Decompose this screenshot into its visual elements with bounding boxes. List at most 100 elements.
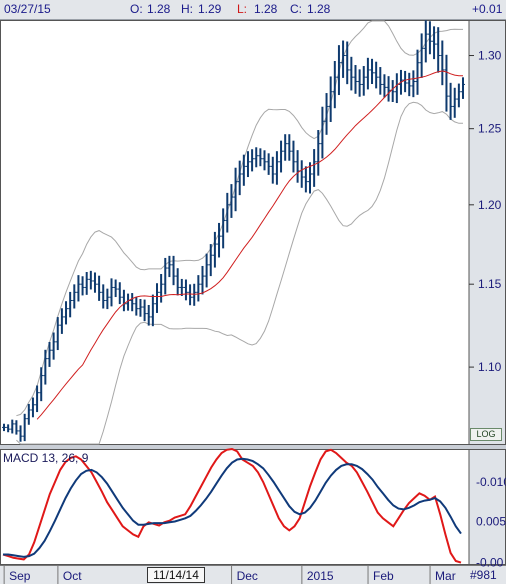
price-bar [361,66,366,96]
time-axis-label: Oct [63,569,82,583]
time-axis-label: Feb [373,569,394,583]
price-bar [274,151,279,185]
price-bar [14,420,19,435]
price-tick-label: 1.30 [478,49,502,63]
price-chart: 1.301.251.201.151.10 -0.0100.0051-0.00 S… [0,20,506,584]
cursor-date: 11/14/14 [147,567,205,583]
price-bars [2,20,465,442]
price-bar [18,425,23,442]
price-tick-label: 1.10 [478,360,502,374]
price-bar [80,276,85,296]
price-bar [88,270,93,290]
price-bar [196,275,201,302]
price-bar [436,27,441,73]
time-axis-label: Mar [435,569,456,583]
price-bar [262,150,267,171]
price-bar [22,413,27,442]
price-bar [394,73,399,104]
price-bar [10,419,15,434]
price-tick-label: 1.25 [478,122,502,136]
price-bar [175,268,180,296]
price-bar [217,222,222,258]
price-bar [295,150,300,183]
price-bar [208,244,213,277]
price-bar [353,65,358,94]
price-tick-label: 1.15 [478,277,502,291]
price-bar [171,255,176,286]
price-bar [159,274,164,303]
price-bar [324,93,329,135]
price-bar [279,140,284,173]
price-bar [254,147,259,168]
price-bar [59,308,64,334]
price-bar [64,301,69,325]
macd-tick-label: 0.0051 [476,515,506,529]
price-bar [30,397,35,418]
price-bar [92,272,97,293]
price-bar [332,60,337,109]
price-tick-label: 1.20 [478,198,502,212]
price-bar [221,208,226,249]
price-bar [341,40,346,78]
price-bar [84,271,89,295]
price-bar [188,284,193,306]
price-bar [283,134,288,161]
price-bar [291,140,296,173]
price-bar [403,70,408,93]
price-bar [427,21,432,55]
price-bar [432,26,437,60]
price-panel-frame [0,20,506,445]
price-bar [258,148,263,167]
price-bar [2,423,6,432]
price-bar [320,106,325,159]
price-bar [303,166,308,193]
price-bar [415,49,420,95]
price-bar [241,154,246,186]
price-bar [370,58,375,85]
price-bar [345,41,350,85]
log-scale-button[interactable]: LOG [470,428,502,441]
macd-line [2,447,462,564]
price-bar [142,299,147,322]
panel-splitter[interactable] [0,445,506,449]
price-axis-strip [469,20,506,445]
time-axis-label: Sep [9,569,31,583]
price-bar [287,134,292,161]
price-bar [39,367,44,402]
price-bar [68,291,73,318]
price-bar [121,289,126,312]
price-bar [386,76,391,102]
price-bar [167,255,172,278]
lower-band-line [16,101,463,445]
price-bar [312,149,317,187]
price-bar [229,184,234,218]
price-bar [407,72,412,97]
price-bar [183,279,188,301]
price-bar [200,265,205,295]
price-bar [43,349,48,385]
price-bar [448,82,453,120]
price-bar [105,288,110,310]
signal-line [3,457,462,558]
price-bar [461,77,465,99]
price-bar [130,293,135,312]
price-bar [146,304,151,326]
price-bar [51,332,56,360]
price-bar [456,83,461,108]
record-number: #981 [470,568,497,582]
price-bar [76,275,81,302]
price-bar [411,70,416,98]
price-bar [97,275,102,301]
macd-axis-strip [469,449,506,565]
price-bar [245,151,250,178]
price-bar [225,192,230,233]
price-bar [382,74,387,98]
price-bar [155,283,159,313]
price-bar [179,278,184,296]
price-bar [134,296,139,316]
price-bar [138,299,143,317]
price-bar [6,424,11,433]
time-axis-label: 2015 [307,569,334,583]
price-bar [299,160,304,188]
price-bar [444,54,449,112]
